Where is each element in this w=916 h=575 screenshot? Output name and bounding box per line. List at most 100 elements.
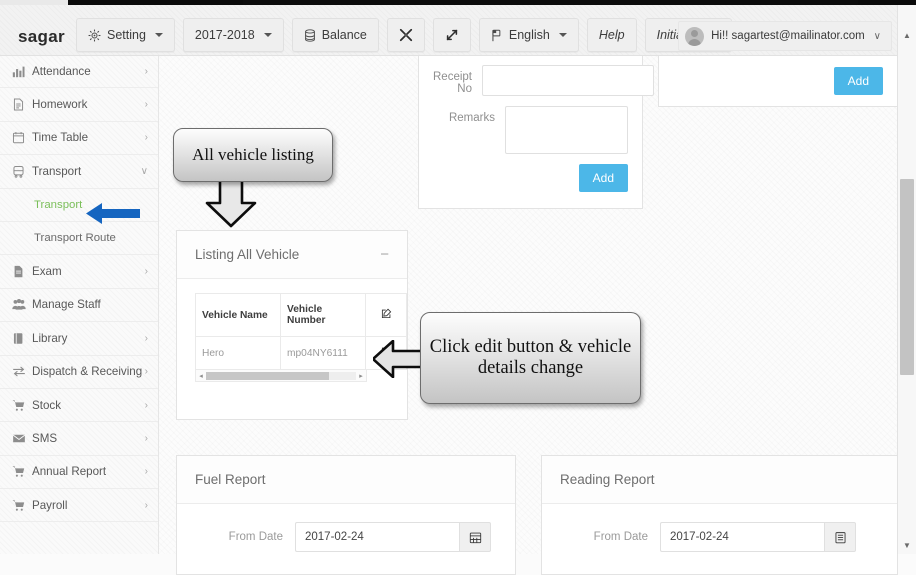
fuel-from-date-input[interactable]	[295, 522, 459, 552]
flag-icon	[491, 29, 503, 42]
cell-vehicle-name: Hero	[195, 336, 281, 370]
fuel-from-date-label: From Date	[228, 531, 283, 543]
chevron-right-icon: ›	[144, 332, 148, 344]
fuel-report-panel: Fuel Report From Date	[176, 455, 516, 575]
envelope-icon	[12, 432, 32, 445]
avatar	[685, 26, 705, 46]
sidebar-item-label: Transport	[32, 164, 82, 178]
expand-button[interactable]	[432, 18, 471, 52]
sidebar: Attendance › Homework › Time Table › Transport…	[0, 55, 159, 554]
setting-button[interactable]: Setting	[76, 18, 175, 52]
receipt-form-panel: Receipt No Remarks Add	[418, 55, 654, 209]
chevron-right-icon: ›	[144, 399, 148, 411]
sidebar-item-payroll[interactable]: Payroll ›	[0, 489, 158, 523]
chevron-down-icon	[154, 33, 163, 37]
calendar-icon[interactable]	[459, 522, 491, 552]
sidebar-item-label: Homework	[32, 98, 88, 112]
cart-icon	[12, 399, 32, 412]
balance-button-label: Balance	[321, 28, 367, 42]
edit-icon	[381, 308, 392, 322]
listing-panel-title: Listing All Vehicle	[195, 247, 300, 262]
scroll-track[interactable]	[206, 371, 356, 380]
receipt-no-input[interactable]	[482, 65, 654, 96]
sidebar-item-manage-staff[interactable]: Manage Staff	[0, 289, 158, 323]
sidebar-item-dispatch-receiving[interactable]: Dispatch & Receiving ›	[0, 356, 158, 389]
col-action	[365, 293, 407, 337]
chevron-right-icon: ›	[144, 499, 148, 511]
listing-panel-header: Listing All Vehicle −	[177, 231, 407, 279]
chevron-down-icon	[263, 33, 272, 37]
user-menu[interactable]: Hi!! sagartest@mailinator.com ∨	[678, 21, 892, 51]
cart-icon	[12, 499, 32, 512]
fuel-report-title: Fuel Report	[195, 472, 266, 487]
document-icon	[12, 265, 32, 278]
sidebar-item-transport-route-sub[interactable]: Transport Route	[0, 222, 158, 256]
sidebar-item-stock[interactable]: Stock ›	[0, 389, 158, 423]
vertical-scroll-thumb[interactable]	[900, 179, 914, 375]
scroll-thumb[interactable]	[206, 371, 329, 380]
sidebar-item-label: SMS	[32, 431, 58, 445]
sidebar-item-transport[interactable]: Transport ∨	[0, 155, 158, 189]
sidebar-item-label: Library	[32, 331, 68, 345]
sidebar-item-label: Time Table	[32, 131, 89, 145]
right-panel-actions: Add	[659, 55, 897, 106]
remarks-row: Remarks	[419, 106, 642, 154]
sidebar-item-label: Attendance	[32, 64, 91, 78]
fuel-from-date-row: From Date	[177, 522, 515, 552]
form-actions: Add	[419, 164, 642, 192]
session-year-label: 2017-2018	[194, 28, 255, 42]
help-button[interactable]: Help	[586, 18, 637, 52]
cell-vehicle-number: mp04NY6111	[280, 336, 366, 370]
brand-logo[interactable]: sagar	[18, 27, 65, 47]
setting-button-label: Setting	[107, 28, 146, 42]
chevron-right-icon: ›	[144, 132, 148, 144]
list-icon[interactable]	[824, 522, 856, 552]
sidebar-item-library[interactable]: Library ›	[0, 322, 158, 356]
scroll-right-icon[interactable]: ▸	[356, 372, 366, 380]
sidebar-item-label: Stock	[32, 398, 61, 412]
balance-button[interactable]: Balance	[291, 18, 379, 52]
scroll-up-icon[interactable]: ▲	[898, 27, 916, 44]
top-strip-right-gap	[243, 0, 858, 5]
left-arrow-annotation-icon	[373, 340, 423, 378]
reading-from-date-input[interactable]	[660, 522, 824, 552]
help-button-label: Help	[598, 28, 625, 42]
callout-all-vehicle-listing: All vehicle listing	[173, 128, 333, 182]
add-right-button[interactable]: Add	[833, 66, 883, 95]
compress-button[interactable]	[386, 18, 425, 52]
remarks-textarea[interactable]	[505, 106, 628, 154]
table-horizontal-scrollbar[interactable]: ◂ ▸	[195, 370, 367, 382]
chevron-down-icon	[558, 33, 567, 37]
sidebar-item-sms[interactable]: SMS ›	[0, 422, 158, 456]
sidebar-item-attendance[interactable]: Attendance ›	[0, 55, 158, 89]
users-icon	[12, 298, 32, 311]
sidebar-item-exam[interactable]: Exam ›	[0, 255, 158, 289]
page-vertical-scrollbar[interactable]: ▲ ▼	[897, 5, 916, 554]
exchange-icon	[12, 365, 32, 378]
scroll-down-icon[interactable]: ▼	[898, 537, 916, 554]
language-button[interactable]: English	[478, 18, 579, 52]
browser-top-strip	[0, 0, 916, 5]
reading-report-header: Reading Report	[542, 456, 897, 504]
cart-icon	[12, 465, 32, 478]
table-header-row: Vehicle Name Vehicle Number	[195, 293, 407, 337]
chevron-right-icon: ›	[144, 366, 148, 378]
minimize-icon[interactable]: −	[380, 247, 389, 262]
book-icon	[12, 332, 32, 345]
expand-icon	[445, 28, 459, 42]
language-button-label: English	[508, 28, 550, 42]
calendar-icon	[12, 131, 32, 144]
bus-icon	[12, 165, 32, 178]
scroll-left-icon[interactable]: ◂	[196, 372, 206, 380]
file-text-icon	[12, 98, 32, 111]
sidebar-item-homework[interactable]: Homework ›	[0, 88, 158, 122]
sidebar-item-label: Annual Report	[32, 465, 107, 479]
app-header: sagar Setting 2017-2018 Balance English …	[0, 5, 916, 56]
sidebar-item-time-table[interactable]: Time Table ›	[0, 122, 158, 156]
chevron-right-icon: ›	[144, 99, 148, 111]
chevron-right-icon: ›	[144, 266, 148, 278]
receipt-no-label: Receipt No	[433, 71, 472, 95]
session-year-button[interactable]: 2017-2018	[182, 18, 284, 52]
sidebar-item-annual-report[interactable]: Annual Report ›	[0, 456, 158, 490]
add-receipt-button[interactable]: Add	[578, 164, 628, 192]
